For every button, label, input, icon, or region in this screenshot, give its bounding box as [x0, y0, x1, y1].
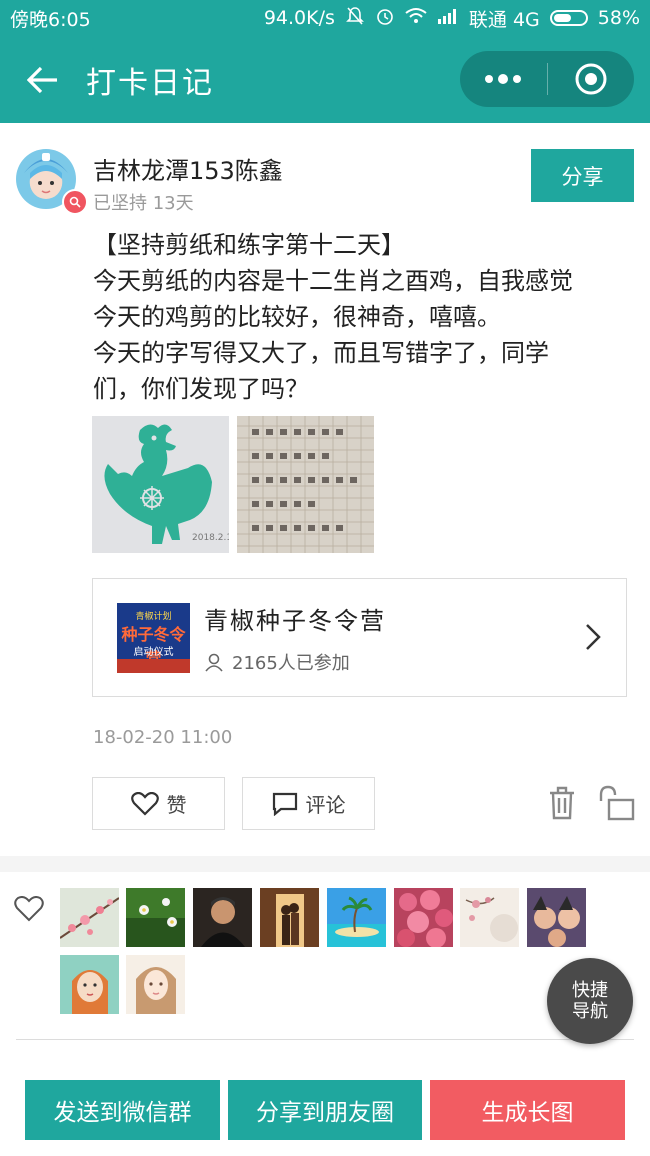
avatar[interactable]: [16, 149, 88, 215]
content-line: 今天剪纸的内容是十二生肖之酉鸡，自我感觉: [93, 267, 573, 295]
username[interactable]: 吉林龙潭153陈鑫: [93, 151, 283, 186]
comment-button[interactable]: 评论: [242, 777, 375, 830]
status-bar: 傍晚6:05 94.0K/s 联通 4G 58%: [0, 0, 650, 36]
comment-label: 评论: [305, 793, 346, 817]
camp-card[interactable]: 青椒计划 种子冬令营 启动仪式 青椒种子冬令营 2165人已参加: [92, 578, 627, 697]
battery-percent: 58%: [597, 7, 640, 29]
camp-count-text: 2165人已参加: [232, 653, 350, 674]
share-to-moments-button[interactable]: 分享到朋友圈: [228, 1080, 422, 1140]
quick-nav-button[interactable]: 快捷 导航: [547, 958, 633, 1044]
unlock-icon: [599, 785, 635, 821]
more-button[interactable]: [460, 51, 547, 107]
delete-button[interactable]: [542, 783, 582, 823]
back-arrow-icon: [27, 66, 57, 93]
close-target-icon: [575, 63, 607, 95]
content-line: 【坚持剪纸和练字第十二天】: [93, 231, 405, 259]
heart-outline-icon: [14, 896, 44, 922]
nav-bar: 打卡日记: [0, 36, 650, 123]
close-button[interactable]: [548, 51, 635, 107]
wifi-icon: [405, 7, 427, 30]
liker-avatar-cartoon-girl[interactable]: [60, 955, 119, 1014]
mute-icon: [345, 6, 365, 31]
content-line: 今天的字写得又大了，而且写错字了，同学: [93, 339, 549, 367]
battery-icon: [549, 10, 588, 26]
back-button[interactable]: [0, 36, 86, 123]
photo-handwriting-page[interactable]: [237, 416, 374, 553]
camp-participants: 2165人已参加: [204, 649, 350, 675]
status-time: 傍晚6:05: [10, 8, 91, 31]
trash-icon: [550, 786, 574, 820]
liker-avatar-chinese-painting[interactable]: [460, 888, 519, 947]
generate-long-image-button[interactable]: 生成长图: [430, 1080, 625, 1140]
content-line: 们，你们发现了吗？: [93, 375, 309, 403]
page-title: 打卡日记: [86, 65, 214, 101]
likes-section: [0, 872, 650, 1070]
camp-title: 青椒种子冬令营: [204, 607, 386, 635]
liker-avatar-man-portrait[interactable]: [193, 888, 252, 947]
bottom-action-bar: 发送到微信群 分享到朋友圈 生成长图: [0, 1070, 650, 1156]
like-label: 赞: [166, 793, 187, 817]
post-content: 【坚持剪纸和练字第十二天】 今天剪纸的内容是十二生肖之酉鸡，自我感觉 今天的鸡剪…: [93, 227, 633, 407]
liker-avatar-plum-blossom[interactable]: [59, 888, 120, 947]
heart-icon: [130, 791, 159, 816]
network-speed: 94.0K/s: [263, 7, 335, 29]
post-timestamp: 18-02-20 11:00: [93, 727, 233, 748]
liker-avatar-selfie-group[interactable]: [527, 888, 586, 947]
battery-fill: [553, 14, 572, 22]
more-dots-icon: [485, 74, 522, 84]
comment-icon: [272, 792, 297, 816]
chevron-right-icon: [586, 624, 601, 650]
signal-icon: [437, 7, 459, 29]
diary-post: 吉林龙潭153陈鑫 已坚持 13天 分享 【坚持剪纸和练字第十二天】 今天剪纸的…: [0, 123, 650, 856]
search-badge-icon: [62, 189, 88, 215]
camp-thumbnail: 青椒计划 种子冬令营 启动仪式: [117, 603, 190, 673]
camp-thumb-line3: 启动仪式: [133, 647, 174, 658]
likes-divider: [16, 1039, 634, 1040]
liker-avatar-pink-roses[interactable]: [394, 888, 453, 948]
carrier: 联通 4G: [468, 8, 540, 31]
liker-avatar-green-flowers[interactable]: [126, 888, 185, 947]
person-icon: [205, 653, 223, 672]
quick-nav-line1: 快捷: [572, 980, 608, 1001]
photo-rooster-papercut[interactable]: 2018.2.1: [92, 416, 229, 553]
send-to-wechat-group-button[interactable]: 发送到微信群: [25, 1080, 220, 1140]
like-button[interactable]: 赞: [92, 777, 225, 830]
alarm-icon: [375, 6, 395, 31]
persist-days: 已坚持 13天: [93, 193, 194, 214]
privacy-toggle-button[interactable]: [596, 783, 636, 823]
liker-avatar-sketch-girl[interactable]: [126, 955, 185, 1014]
mini-program-capsule: [460, 51, 634, 107]
content-line: 今天的鸡剪的比较好，很神奇，嘻嘻。: [93, 303, 501, 331]
liker-avatar-couple-door[interactable]: [260, 888, 319, 947]
photo-signature: 2018.2.1: [192, 533, 229, 543]
share-button[interactable]: 分享: [531, 149, 634, 202]
liker-avatar-tropical-island[interactable]: [327, 888, 386, 947]
camp-thumb-bar: [117, 659, 190, 673]
quick-nav-line2: 导航: [572, 1001, 608, 1022]
